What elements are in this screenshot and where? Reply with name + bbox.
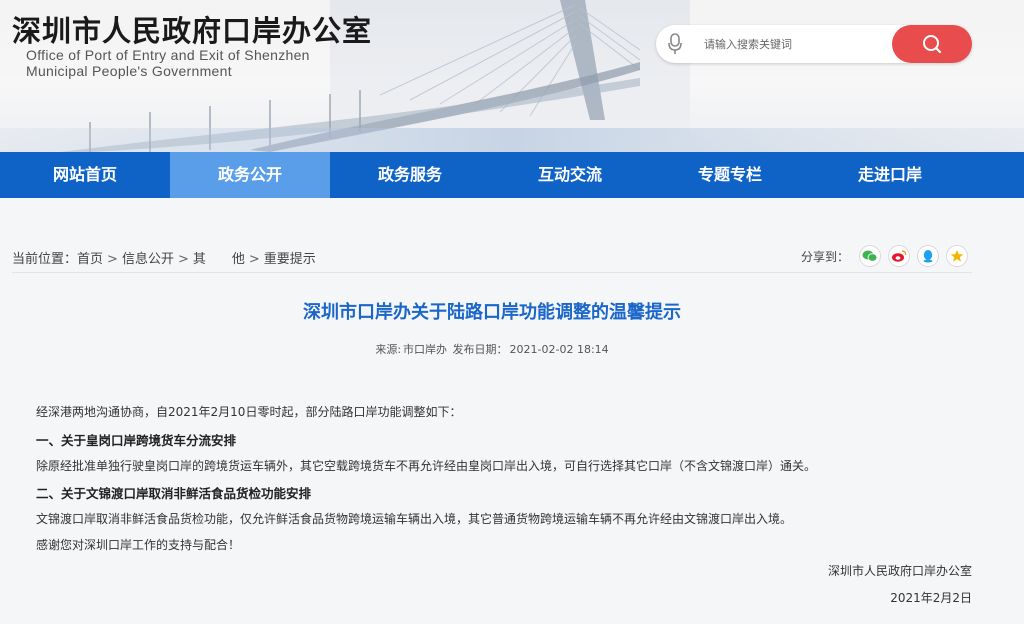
search-button[interactable] (892, 25, 972, 63)
breadcrumb-info-public[interactable]: 信息公开 (122, 252, 174, 267)
article-meta: 来源: 市口岸办 发布日期： 2021-02-02 18:14 (0, 341, 984, 357)
qq-share-button[interactable] (917, 245, 940, 267)
article-title: 深圳市口岸办关于陆路口岸功能调整的温馨提示 (303, 302, 681, 323)
wechat-share-button[interactable] (859, 245, 882, 267)
article-paragraph: 感谢您对深圳口岸工作的支持与配合！ (36, 538, 241, 552)
share-bar: 分享到： (801, 244, 975, 268)
site-subtitle-line2: Municipal People's Government (26, 63, 232, 79)
weibo-icon (892, 250, 907, 262)
site-header: 深圳市人民政府口岸办公室 Office of Port of Entry and… (0, 0, 1024, 152)
date-label: 发布日期： (452, 343, 508, 356)
wechat-icon (862, 250, 878, 262)
divider (12, 272, 972, 273)
microphone-icon[interactable] (668, 33, 682, 55)
nav-item-home[interactable]: 网站首页 (0, 152, 170, 198)
weibo-share-button[interactable] (888, 245, 911, 267)
breadcrumb-important-notice[interactable]: 重要提示 (264, 252, 316, 267)
qzone-share-button[interactable] (946, 245, 969, 267)
breadcrumb-separator: > (177, 252, 189, 267)
article-paragraph: 经深港两地沟通协商，自2021年2月10日零时起，部分陆路口岸功能调整如下： (36, 405, 462, 419)
search-input[interactable] (704, 34, 884, 54)
breadcrumb-prefix: 当前位置： (12, 252, 78, 267)
nav-item-services[interactable]: 政务服务 (330, 152, 490, 198)
publish-date: 2021-02-02 18:14 (509, 343, 609, 356)
nav-item-government-affairs[interactable]: 政务公开 (170, 152, 330, 198)
share-label: 分享到： (801, 249, 850, 264)
breadcrumb-home[interactable]: 首页 (77, 252, 103, 267)
article-paragraph: 除原经批准单独行驶皇岗口岸的跨境货运车辆外，其它空载跨境货车不再允许经由皇岗口岸… (36, 459, 817, 473)
breadcrumb-separator: > (107, 252, 118, 267)
nav-item-ports[interactable]: 走进口岸 (810, 152, 970, 198)
search-icon (923, 35, 942, 54)
breadcrumb: 当前位置：首页 > 信息公开 > 其 他 > 重要提示 (12, 248, 316, 267)
source-value: 市口岸办 (403, 343, 448, 356)
signature-date: 2021年2月2日 (890, 591, 972, 605)
qzone-icon (950, 250, 964, 262)
section-heading: 一、关于皇岗口岸跨境货车分流安排 (36, 433, 237, 448)
breadcrumb-other[interactable]: 其 他 (193, 252, 245, 267)
main-nav: 网站首页 政务公开 政务服务 互动交流 专题专栏 走进口岸 (0, 152, 1024, 198)
breadcrumb-separator: > (248, 252, 260, 267)
site-subtitle-line1: Office of Port of Entry and Exit of Shen… (26, 47, 310, 63)
signature: 深圳市人民政府口岸办公室 (827, 564, 972, 578)
source-label: 来源: (375, 343, 402, 356)
section-heading: 二、关于文锦渡口岸取消非鲜活食品货检功能安排 (36, 486, 312, 501)
search-box (656, 25, 972, 63)
qq-icon (923, 250, 933, 263)
article-paragraph: 文锦渡口岸取消非鲜活食品货检功能，仅允许鲜活食品货物跨境运输车辆出入境，其它普通… (36, 512, 793, 526)
nav-item-interaction[interactable]: 互动交流 (490, 152, 650, 198)
site-subtitle: Office of Port of Entry and Exit of Shen… (26, 47, 310, 79)
site-title: 深圳市人民政府口岸办公室 (12, 14, 373, 48)
nav-item-special-topics[interactable]: 专题专栏 (650, 152, 810, 198)
